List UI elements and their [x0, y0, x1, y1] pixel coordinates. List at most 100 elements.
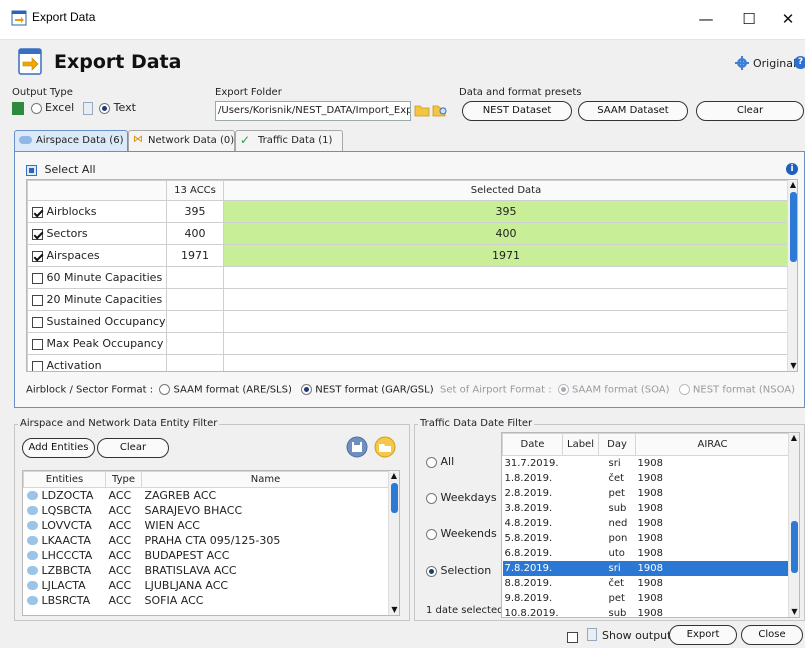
row-name-cell[interactable]: 60 Minute Capacities	[27, 266, 167, 289]
row-checkbox[interactable]	[32, 294, 43, 306]
table-row[interactable]: LKAACTA ACC PRAHA CTA 095/125-305	[24, 533, 390, 548]
table-row[interactable]: 8.8.2019. čet 1908	[503, 576, 790, 591]
text-radio[interactable]	[99, 102, 111, 114]
saam-dataset-button[interactable]: SAAM Dataset	[578, 101, 688, 121]
row-checkbox[interactable]	[32, 316, 43, 328]
date-table-scrollbar[interactable]: ▲ ▼	[788, 433, 799, 617]
scroll-thumb[interactable]	[391, 483, 398, 513]
table-row[interactable]: 4.8.2019. ned 1908	[503, 516, 790, 531]
type-column-header[interactable]: Type	[105, 471, 142, 488]
table-row[interactable]: 31.7.2019. sri 1908	[503, 456, 790, 471]
row-checkbox[interactable]	[32, 360, 43, 371]
info-icon[interactable]: i	[786, 163, 798, 175]
all-radio[interactable]	[426, 456, 437, 468]
table-row[interactable]: Airspaces 1971 1971	[27, 244, 789, 267]
date-option-selection[interactable]: Selection	[426, 564, 491, 577]
row-checkbox[interactable]	[32, 228, 43, 240]
table-row[interactable]: Activation	[27, 354, 789, 371]
export-button[interactable]: Export	[669, 625, 737, 645]
open-folder-icon[interactable]	[414, 103, 430, 117]
airport-nest-radio[interactable]	[678, 384, 690, 395]
close-button[interactable]: Close	[741, 625, 803, 645]
row-name-cell[interactable]: Max Peak Occupancy	[27, 332, 167, 355]
date-option-weekdays[interactable]: Weekdays	[426, 491, 497, 504]
day-column-header[interactable]: Day	[598, 433, 636, 456]
table-row[interactable]: 3.8.2019. sub 1908	[503, 501, 790, 516]
nest-format-radio[interactable]	[301, 384, 313, 395]
tab-airspace-data[interactable]: Airspace Data (6)	[14, 130, 128, 152]
row-name-cell[interactable]: Airspaces	[27, 244, 167, 267]
open-folder-icon[interactable]	[374, 436, 396, 458]
scroll-up-arrow[interactable]: ▲	[789, 433, 799, 443]
airspace-table-scrollbar[interactable]: ▲ ▼	[787, 180, 797, 371]
row-checkbox[interactable]	[32, 206, 43, 218]
weekends-radio[interactable]	[426, 528, 437, 540]
close-window-button[interactable]: ✕	[776, 8, 800, 30]
help-icon[interactable]: ?	[794, 56, 805, 69]
table-row[interactable]: LBSRCTA ACC SOFIA ACC	[24, 593, 390, 608]
nest-dataset-button[interactable]: NEST Dataset	[462, 101, 572, 121]
original-button[interactable]: Original	[753, 57, 796, 70]
scroll-up-arrow[interactable]: ▲	[389, 471, 399, 481]
date-option-weekends[interactable]: Weekends	[426, 527, 497, 540]
table-row[interactable]: 9.8.2019. pet 1908	[503, 591, 790, 606]
scroll-down-arrow[interactable]: ▼	[789, 607, 799, 617]
scroll-down-arrow[interactable]: ▼	[788, 361, 797, 371]
row-name-cell[interactable]: Activation	[27, 354, 167, 371]
table-row[interactable]: 1.8.2019. čet 1908	[503, 471, 790, 486]
maximize-button[interactable]: ☐	[737, 8, 761, 30]
table-row[interactable]: Sectors 400 400	[27, 222, 789, 245]
row-name-cell[interactable]: Airblocks	[27, 200, 167, 223]
date-option-all[interactable]: All	[426, 455, 454, 468]
row-name-cell[interactable]: Sustained Occupancy	[27, 310, 167, 333]
table-row[interactable]: Airblocks 395 395	[27, 200, 789, 223]
add-entities-button[interactable]: Add Entities	[22, 438, 95, 458]
scroll-thumb[interactable]	[790, 192, 797, 262]
table-row[interactable]: LDZOCTA ACC ZAGREB ACC	[24, 488, 390, 503]
excel-radio[interactable]	[30, 102, 42, 114]
row-name-cell[interactable]: Sectors	[27, 222, 167, 245]
entity-table-scrollbar[interactable]: ▲ ▼	[388, 471, 399, 615]
browse-folder-icon[interactable]	[432, 103, 448, 117]
table-row[interactable]: 60 Minute Capacities	[27, 266, 789, 289]
airac-column-header[interactable]: AIRAC	[635, 433, 790, 456]
selection-radio[interactable]	[426, 565, 437, 577]
airport-saam-radio[interactable]	[557, 384, 569, 395]
table-row[interactable]: 6.8.2019. uto 1908	[503, 546, 790, 561]
save-icon[interactable]	[346, 436, 368, 458]
export-folder-field[interactable]: /Users/Korisnik/NEST_DATA/Import_Export	[215, 101, 411, 121]
table-row[interactable]: LJLACTA ACC LJUBLJANA ACC	[24, 578, 390, 593]
show-output-checkbox[interactable]	[567, 631, 578, 643]
row-checkbox[interactable]	[32, 338, 43, 350]
entities-column-header[interactable]: Entities	[23, 471, 106, 488]
row-name-cell[interactable]: 20 Minute Capacities	[27, 288, 167, 311]
label-column-header[interactable]: Label	[562, 433, 599, 456]
row-checkbox[interactable]	[32, 250, 43, 262]
name-column-header[interactable]: Name	[141, 471, 390, 488]
presets-clear-button[interactable]: Clear	[696, 101, 804, 121]
table-row[interactable]: LQSBCTA ACC SARAJEVO BHACC	[24, 503, 390, 518]
table-row-selected[interactable]: 7.8.2019. sri 1908	[502, 560, 790, 576]
entity-clear-button[interactable]: Clear	[97, 438, 169, 458]
table-row[interactable]: LHCCCTA ACC BUDAPEST ACC	[24, 548, 390, 563]
table-row[interactable]: Sustained Occupancy	[27, 310, 789, 333]
table-row[interactable]: Max Peak Occupancy	[27, 332, 789, 355]
tab-traffic-data[interactable]: ✓ Traffic Data (1)	[235, 130, 343, 151]
select-all-control[interactable]: Select All	[26, 163, 96, 176]
minimize-button[interactable]: —	[694, 8, 718, 30]
table-row[interactable]: LZBBCTA ACC BRATISLAVA ACC	[24, 563, 390, 578]
scroll-thumb[interactable]	[791, 521, 798, 573]
scroll-up-arrow[interactable]: ▲	[788, 180, 797, 190]
table-row[interactable]: 10.8.2019. sub 1908	[503, 606, 790, 618]
saam-format-radio[interactable]	[159, 384, 171, 395]
date-column-header[interactable]: Date	[502, 433, 563, 456]
row-checkbox[interactable]	[32, 272, 43, 284]
tab-network-data[interactable]: ⋈ Network Data (0)	[128, 130, 235, 151]
table-row[interactable]: 5.8.2019. pon 1908	[503, 531, 790, 546]
scroll-down-arrow[interactable]: ▼	[389, 605, 399, 615]
weekdays-radio[interactable]	[426, 492, 437, 504]
table-row[interactable]: LOVVCTA ACC WIEN ACC	[24, 518, 390, 533]
table-row[interactable]: 20 Minute Capacities	[27, 288, 789, 311]
select-all-checkbox[interactable]	[26, 164, 37, 176]
table-row[interactable]: 2.8.2019. pet 1908	[503, 486, 790, 501]
